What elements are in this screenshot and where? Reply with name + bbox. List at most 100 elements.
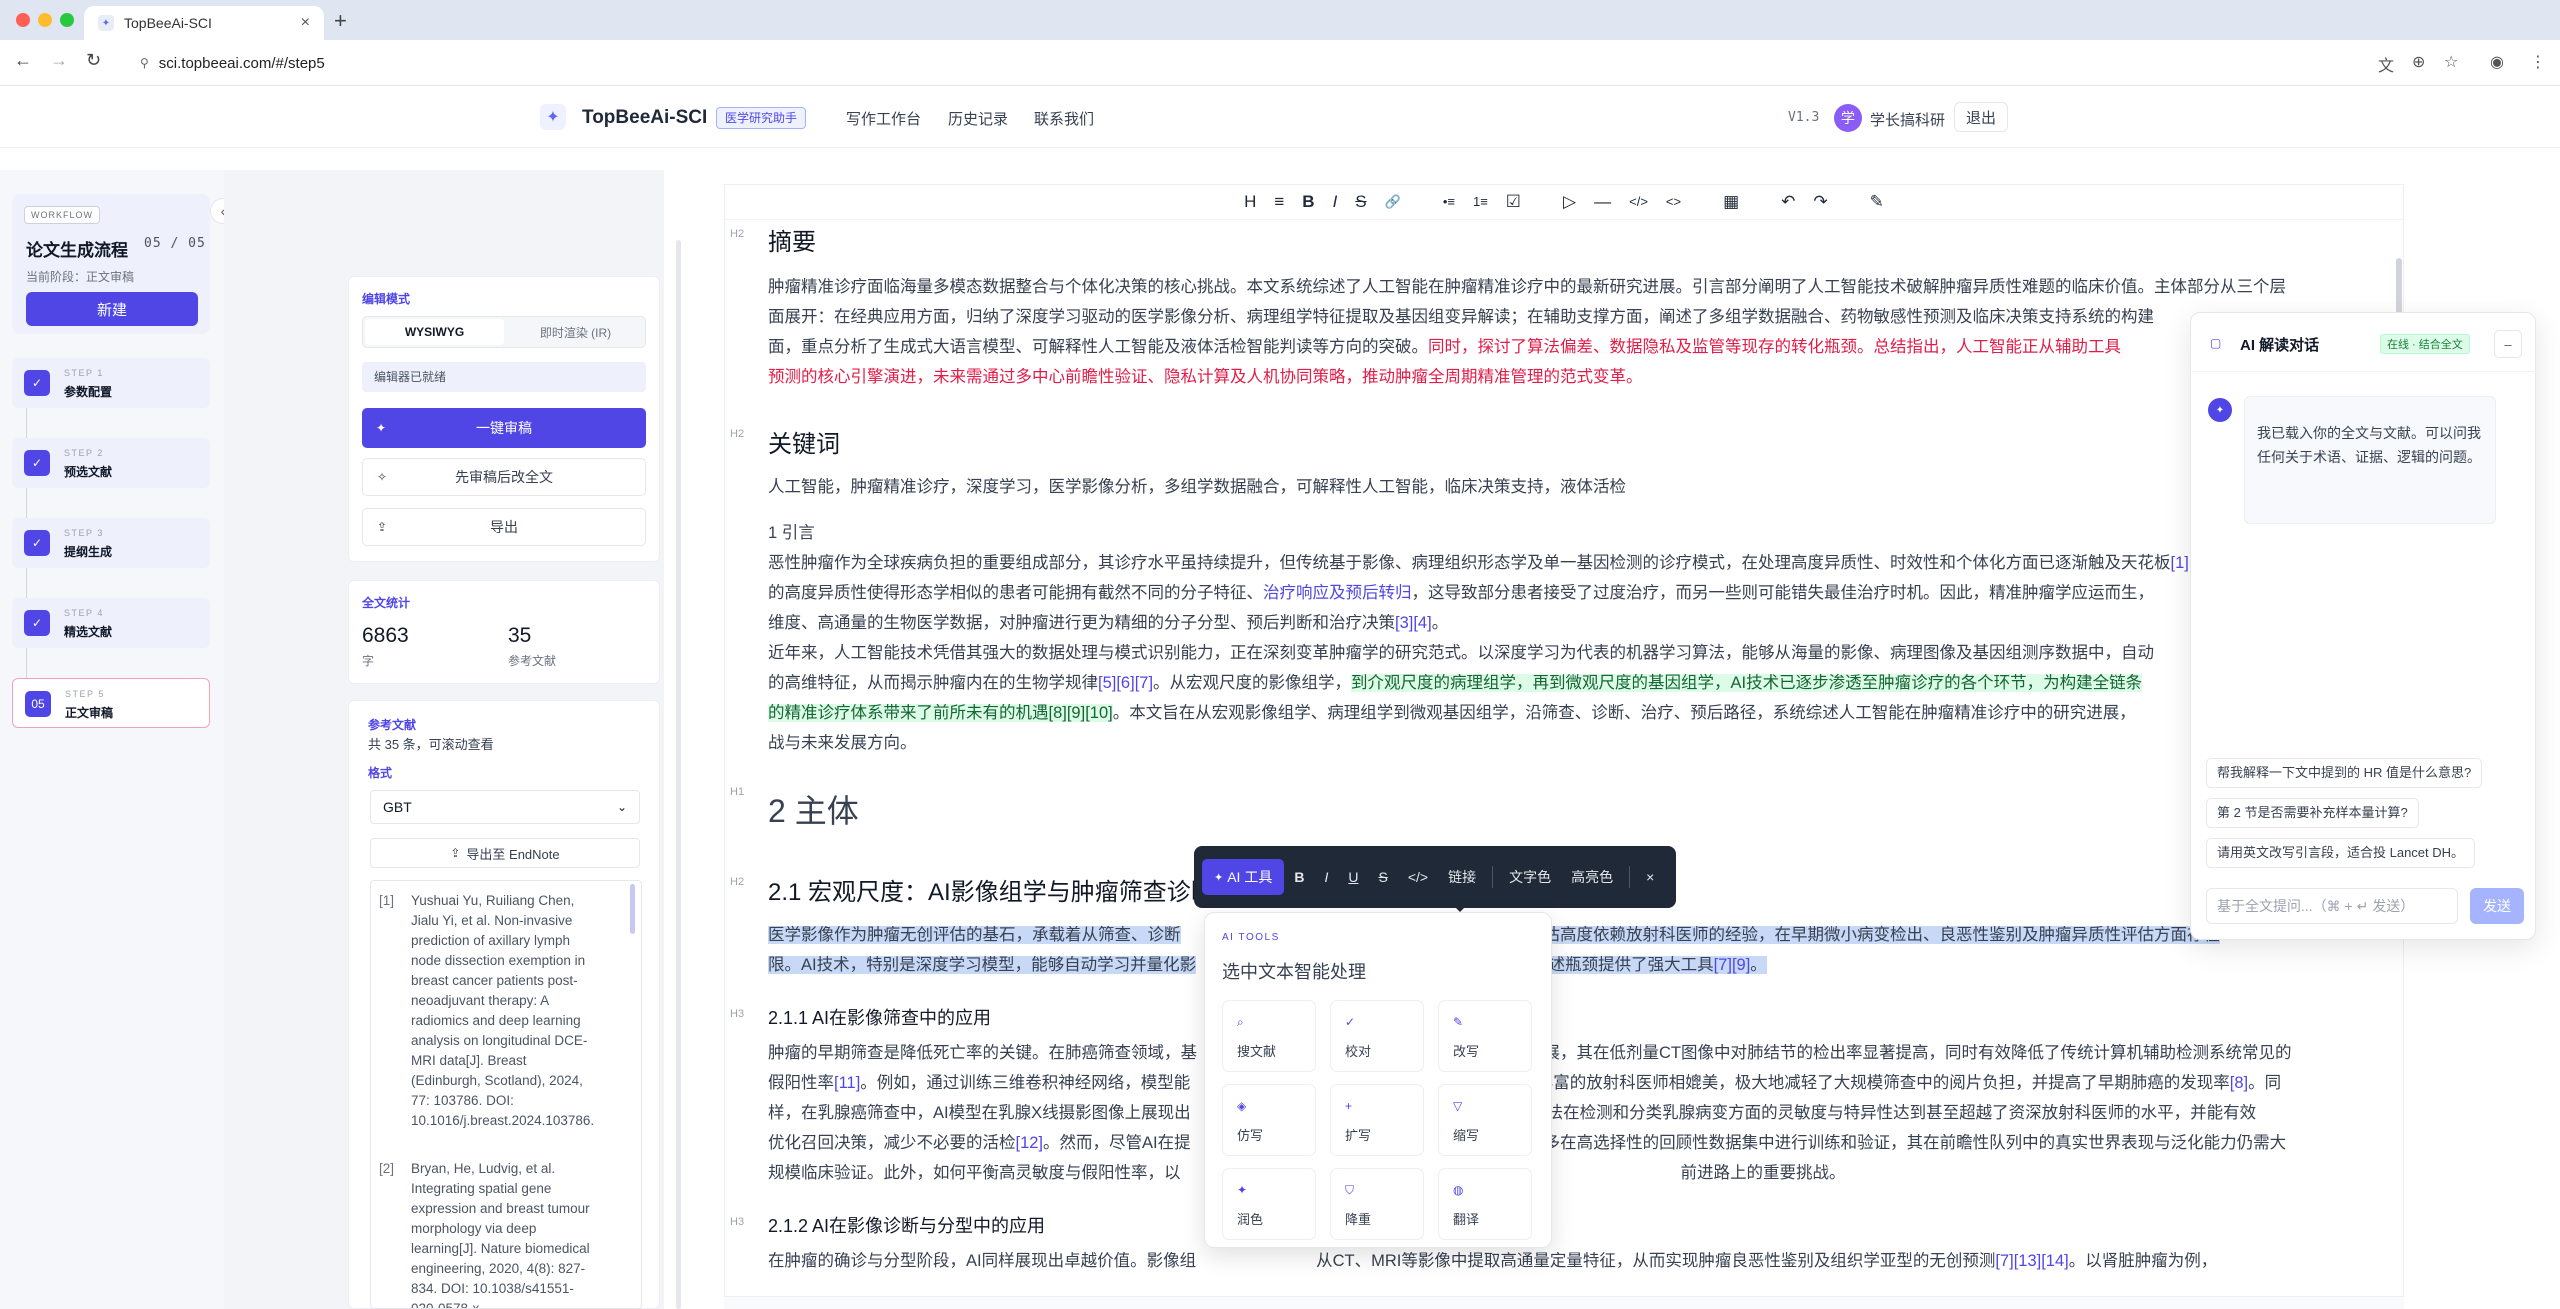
tool-proofread[interactable]: ✓ 校对 [1330,1000,1424,1072]
step-3[interactable]: ✓ STEP 3 提纲生成 [12,518,210,568]
rule-icon[interactable]: — [1594,192,1611,212]
link-icon[interactable]: 🔗 [1385,194,1401,210]
window-minimize-button[interactable] [38,13,52,27]
float-bold-button[interactable]: B [1284,859,1314,895]
nav-history[interactable]: 历史记录 [948,108,1008,129]
citation[interactable]: [8] [2230,1074,2248,1092]
heading-icon[interactable]: H [1244,192,1256,212]
new-button[interactable]: 新建 [26,292,198,326]
intro-paragraph[interactable]: 恶性肿瘤作为全球疾病负担的重要组成部分，其诊疗水平虽持续提升，但传统基于影像、病… [768,548,2354,758]
abstract-paragraph[interactable]: 肿瘤精准诊疗面临海量多模态数据整合与个体化决策的核心挑战。本文系统综述了人工智能… [768,272,2354,392]
selected-text[interactable]: 学评估高度依赖放射科医师的经验，在早期微小病变检出、良恶性鉴别及肿瘤异质性评估方… [1510,926,2220,944]
mode-ir-tab[interactable]: 即时渲染 (IR) [506,317,645,347]
avatar[interactable]: 学 [1834,104,1862,132]
citation[interactable]: [7][13][14] [1995,1252,2068,1270]
redo-icon[interactable]: ↷ [1813,192,1827,212]
step-2[interactable]: ✓ STEP 2 预选文献 [12,438,210,488]
tool-polish[interactable]: ✦ 润色 [1222,1168,1316,1240]
reference-list-scrollbar[interactable] [630,884,635,934]
highlight-text[interactable]: 治疗响应及预后转归 [1263,584,1412,602]
step-5[interactable]: 05 STEP 5 正文审稿 [12,678,210,728]
abstract-heading[interactable]: 摘要 [768,222,816,257]
suggestion-highlight[interactable]: 到介观尺度的病理组学，再到微观尺度的基因组学，AI技术已逐步渗透至肿瘤诊疗的各个… [1351,674,2143,692]
tool-translate[interactable]: ◍ 翻译 [1438,1168,1532,1240]
ordered-list-icon[interactable]: 1≡ [1473,194,1488,209]
url-field[interactable]: ⚲ sci.topbeeai.com/#/step5 [140,50,2370,76]
forward-icon[interactable]: → [50,50,68,71]
selected-text[interactable]: 。 [1750,956,1767,974]
bold-icon[interactable]: B [1302,192,1314,212]
float-highlight-button[interactable]: 高亮色 [1561,859,1623,895]
intro-title[interactable]: 1 引言 [768,518,2354,548]
suggestion-chip[interactable]: 请用英文改写引言段，适合投 Lancet DH。 [2206,838,2476,868]
review-flag-text[interactable]: 预测的核心引擎演进，未来需通过多中心前瞻性验证、隐私计算及人机协同策略，推动肿瘤… [768,362,2354,392]
float-underline-button[interactable]: U [1338,859,1368,895]
mode-wysiwyg-tab[interactable]: WYSIWYG [365,319,504,345]
step-4[interactable]: ✓ STEP 4 精选文献 [12,598,210,648]
float-close-icon[interactable]: × [1636,859,1664,895]
suggestion-highlight[interactable]: 的精准诊疗体系带来了前所未有的机遇 [768,704,1049,722]
nav-contact[interactable]: 联系我们 [1034,108,1094,129]
keywords-text[interactable]: 人工智能，肿瘤精准诊疗，深度学习，医学影像分析，多组学数据融合，可解释性人工智能… [768,472,2354,502]
new-tab-icon[interactable]: + [334,8,347,34]
translate-icon[interactable]: 文 [2378,52,2394,76]
selected-text[interactable]: 限。AI技术，特别是深度学习模型，能够自动学习并量化影 [768,956,1197,974]
section-2-1-2-paragraph[interactable]: 在肿瘤的确诊与分型阶段，AI同样展现出卓越价值。影像组 从CT、MRI等影像中提取… [768,1246,2354,1276]
browser-menu-icon[interactable]: ⋮ [2530,52,2546,72]
italic-icon[interactable]: I [1333,192,1338,212]
undo-icon[interactable]: ↶ [1781,192,1795,212]
citation[interactable]: [5][6][7] [1098,674,1153,692]
chat-input[interactable]: 基于全文提问...（⌘ + ↵ 发送） [2206,888,2458,924]
reference-list[interactable]: [1] Yushuai Yu, Ruiliang Chen, Jialu Yi,… [370,880,642,1309]
step-1[interactable]: ✓ STEP 1 参数配置 [12,358,210,408]
float-link-button[interactable]: 链接 [1438,859,1486,895]
citation[interactable]: [3][4] [1395,614,1432,632]
citation[interactable]: [11] [834,1074,860,1092]
tool-search-literature[interactable]: ⌕ 搜文献 [1222,1000,1316,1072]
brand-name[interactable]: TopBeeAi-SCI [582,107,707,129]
section-2-1-heading[interactable]: 2.1 宏观尺度：AI影像组学与肿瘤筛查诊断 [768,872,1215,907]
zoom-icon[interactable]: ⊕ [2412,52,2425,72]
tool-rewrite[interactable]: ✎ 改写 [1438,1000,1532,1072]
edit-mode-icon[interactable]: ✎ [1870,192,1884,212]
review-flag-text[interactable]: 同时，探讨了算法偏差、数据隐私及监管等现存的转化瓶颈。总结指出，人工智能正从辅助… [1428,338,2121,356]
section-2-1-2-heading[interactable]: 2.1.2 AI在影像诊断与分型中的应用 [768,1212,1045,1238]
back-icon[interactable]: ← [14,50,32,71]
profile-icon[interactable]: ◉ [2490,52,2504,72]
site-info-icon[interactable]: ⚲ [140,56,149,70]
align-icon[interactable]: ≡ [1274,192,1284,212]
browser-tab[interactable]: ✦ TopBeeAi-SCI × [84,6,324,40]
float-code-button[interactable]: </> [1398,859,1438,895]
tool-expand[interactable]: + 扩写 [1330,1084,1424,1156]
reload-icon[interactable]: ↻ [86,50,101,71]
chat-minimize-icon[interactable]: – [2494,330,2522,358]
table-icon[interactable]: ▦ [1723,192,1739,212]
export-endnote-button[interactable]: ⇪ 导出至 EndNote [370,838,640,868]
format-select[interactable]: GBT ⌄ [370,790,640,824]
float-italic-button[interactable]: I [1314,859,1338,895]
send-button[interactable]: 发送 [2470,888,2524,924]
review-all-button[interactable]: ✦ 一键审稿 [362,408,646,448]
tab-close-icon[interactable]: × [301,14,310,32]
citation[interactable]: [8][9][10] [1048,704,1113,722]
tools-column-scrollbar[interactable] [676,240,681,1309]
bookmark-star-icon[interactable]: ☆ [2444,52,2458,72]
tool-condense[interactable]: ▽ 缩写 [1438,1084,1532,1156]
logout-button[interactable]: 退出 [1954,102,2008,132]
username[interactable]: 学长搞科研 [1870,109,1945,130]
window-maximize-button[interactable] [60,13,74,27]
quote-icon[interactable]: ▷ [1563,192,1576,212]
tool-imitate[interactable]: ◈ 仿写 [1222,1084,1316,1156]
section-2-1-1-heading[interactable]: 2.1.1 AI在影像筛查中的应用 [768,1004,991,1030]
checklist-icon[interactable]: ☑ [1506,192,1521,212]
ai-tools-button[interactable]: ✦ AI 工具 [1202,859,1285,895]
strike-icon[interactable]: S [1355,192,1366,212]
citation[interactable]: [12] [1016,1134,1044,1152]
export-button[interactable]: ⇪ 导出 [362,508,646,546]
selected-text[interactable]: 上述瓶颈提供了强大工具 [1532,956,1714,974]
selected-text[interactable]: 医学影像作为肿瘤无创评估的基石，承载着从筛查、诊断 [768,926,1181,944]
main-heading[interactable]: 2 主体 [768,786,859,832]
selected-paragraph[interactable]: 医学影像作为肿瘤无创评估的基石，承载着从筛查、诊断 学评估高度依赖放射科医师的经验… [768,920,2354,980]
window-close-button[interactable] [16,13,30,27]
float-strike-button[interactable]: S [1368,859,1397,895]
